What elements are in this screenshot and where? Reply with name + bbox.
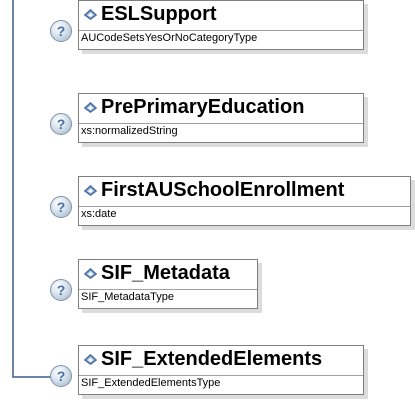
element-name: FirstAUSchoolEnrollment xyxy=(101,179,345,201)
schema-diagram: ? ESLSupport AUCodeSetsYesOrNoCategoryTy… xyxy=(0,0,415,408)
element-box[interactable]: SIF_ExtendedElements SIF_ExtendedElement… xyxy=(78,345,364,395)
element-diamond-icon xyxy=(84,185,97,196)
box-divider xyxy=(79,289,257,290)
element-name: SIF_ExtendedElements xyxy=(101,348,323,370)
element-type: SIF_MetadataType xyxy=(81,291,174,303)
element-name: PrePrimaryEducation xyxy=(101,96,305,118)
element-box[interactable]: FirstAUSchoolEnrollment xs:date xyxy=(78,176,411,226)
element-diamond-icon xyxy=(84,268,97,279)
element-diamond-icon xyxy=(84,9,97,20)
element-type: AUCodeSetsYesOrNoCategoryType xyxy=(81,32,258,44)
help-icon[interactable]: ? xyxy=(50,196,72,218)
element-type: SIF_ExtendedElementsType xyxy=(81,377,221,389)
connector-trunk-line xyxy=(12,0,52,378)
box-divider xyxy=(79,206,410,207)
box-divider xyxy=(79,30,363,31)
help-icon[interactable]: ? xyxy=(50,279,72,301)
element-type: xs:normalizedString xyxy=(81,125,178,137)
box-divider xyxy=(79,375,363,376)
box-divider xyxy=(79,123,363,124)
help-icon[interactable]: ? xyxy=(50,113,72,135)
element-name: ESLSupport xyxy=(101,3,217,25)
element-type: xs:date xyxy=(81,208,117,220)
help-icon[interactable]: ? xyxy=(50,20,72,42)
element-box[interactable]: ESLSupport AUCodeSetsYesOrNoCategoryType xyxy=(78,0,364,50)
element-name: SIF_Metadata xyxy=(101,262,230,284)
help-icon[interactable]: ? xyxy=(50,365,72,387)
element-box[interactable]: PrePrimaryEducation xs:normalizedString xyxy=(78,93,364,143)
element-diamond-icon xyxy=(84,102,97,113)
element-diamond-icon xyxy=(84,354,97,365)
element-box[interactable]: SIF_Metadata SIF_MetadataType xyxy=(78,259,258,309)
